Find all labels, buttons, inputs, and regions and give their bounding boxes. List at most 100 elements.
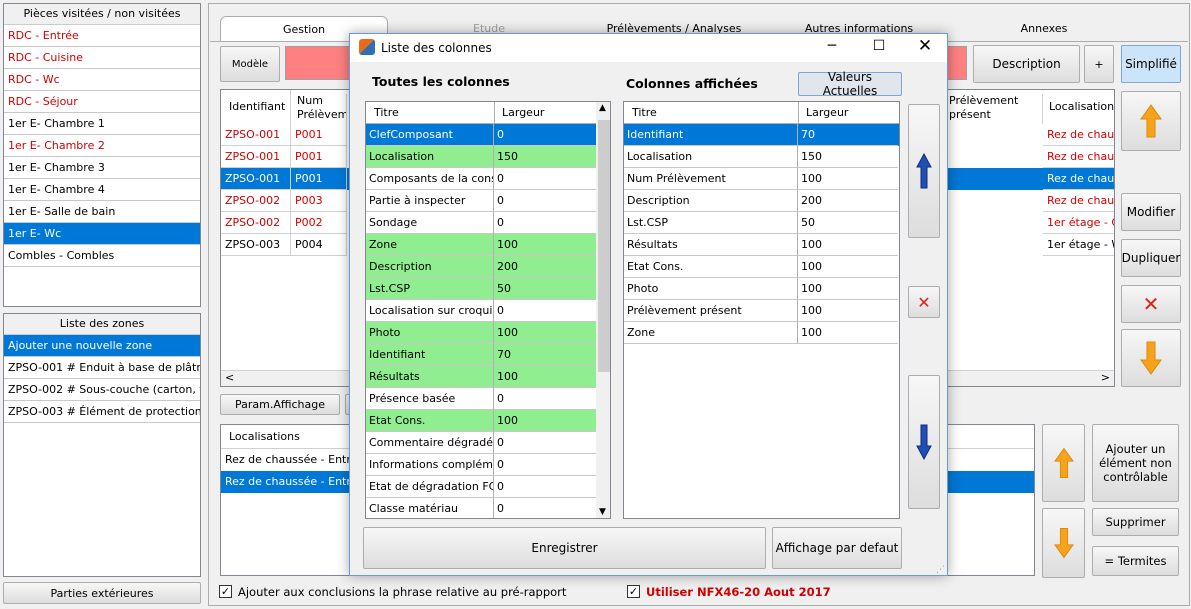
column-width-cell[interactable]: 100 — [798, 322, 898, 344]
current-values-button[interactable]: Valeurs Actuelles — [798, 70, 902, 98]
column-width-cell[interactable]: 150 — [494, 146, 596, 168]
displayed-column-row[interactable]: Prélèvement présent 100 — [624, 300, 899, 322]
column-width-cell[interactable]: 0 — [494, 476, 596, 498]
maximize-icon[interactable]: ☐ — [869, 38, 889, 58]
scroll-left-icon[interactable]: < — [225, 371, 234, 384]
column-width-cell[interactable]: 50 — [494, 278, 596, 300]
column-row[interactable]: Informations compléme...0 — [366, 454, 596, 476]
column-row[interactable]: Présence basée 0 — [366, 388, 596, 410]
column-width-cell[interactable]: 100 — [494, 366, 596, 388]
move-down-button[interactable] — [1121, 329, 1181, 387]
column-width-cell[interactable]: 0 — [494, 388, 596, 410]
scroll-down-icon[interactable]: ▼ — [599, 507, 606, 517]
column-row[interactable]: Composants de la cons... 0 — [366, 168, 596, 190]
room-item[interactable]: 1er E- Wc — [4, 223, 200, 245]
column-row[interactable]: Localisation sur croquis 0 — [366, 300, 596, 322]
displayed-column-row[interactable]: Description 200 — [624, 190, 899, 212]
column-width-cell[interactable]: 70 — [798, 124, 898, 146]
all-columns-vscrollbar[interactable]: ▲ ▼ — [596, 102, 610, 518]
column-width-cell[interactable]: 0 — [494, 212, 596, 234]
description-button[interactable]: Description — [973, 45, 1080, 83]
column-width-cell[interactable]: 100 — [798, 300, 898, 322]
zone-item[interactable]: ZPSO-001 # Enduit à base de plâtr... — [4, 357, 200, 379]
scroll-up-icon[interactable]: ▲ — [599, 103, 606, 113]
zone-item[interactable]: ZPSO-002 # Sous-couche (carton, f... — [4, 379, 200, 401]
displayed-column-row[interactable]: Num Prélèvement 100 — [624, 168, 899, 190]
model-button[interactable]: Modèle — [220, 46, 280, 82]
all-width-header[interactable]: Largeur — [502, 102, 544, 124]
default-display-button[interactable]: Affichage par defaut — [772, 527, 902, 569]
displayed-title-header[interactable]: Titre — [632, 102, 657, 124]
delete-button[interactable]: Supprimer — [1092, 508, 1179, 536]
column-row[interactable]: Etat Cons. 100 — [366, 410, 596, 432]
displayed-column-row[interactable]: Photo 100 — [624, 278, 899, 300]
column-width-cell[interactable]: 70 — [494, 344, 596, 366]
resize-grip-icon[interactable]: ⋰ — [936, 565, 945, 575]
column-width-cell[interactable]: 0 — [494, 190, 596, 212]
room-item[interactable]: Combles - Combles — [4, 245, 200, 267]
column-width-cell[interactable]: 100 — [798, 256, 898, 278]
dialog-remove-button[interactable]: ✕ — [908, 286, 940, 318]
prerapport-checkbox[interactable]: ✓ — [219, 585, 232, 598]
room-item[interactable]: 1er E- Chambre 2 — [4, 135, 200, 157]
param-affichage-button[interactable]: Param.Affichage — [220, 394, 340, 415]
room-item[interactable]: RDC - Wc — [4, 69, 200, 91]
save-button[interactable]: Enregistrer — [363, 527, 766, 569]
room-item[interactable]: 1er E- Chambre 4 — [4, 179, 200, 201]
loc-up-button[interactable] — [1042, 424, 1085, 502]
termites-button[interactable]: = Termites — [1092, 546, 1179, 576]
column-width-cell[interactable]: 100 — [494, 322, 596, 344]
column-width-cell[interactable]: 0 — [494, 168, 596, 190]
column-width-cell[interactable]: 0 — [494, 124, 596, 146]
column-row[interactable]: Photo 100 — [366, 322, 596, 344]
column-row[interactable]: Résultats 100 — [366, 366, 596, 388]
model-color-field[interactable] — [285, 46, 355, 80]
grid-header-present[interactable]: Prélèvement présent — [943, 94, 1043, 124]
column-row[interactable]: Identifiant 70 — [366, 344, 596, 366]
room-item[interactable]: 1er E- Chambre 3 — [4, 157, 200, 179]
grid-header-id[interactable]: Identifiant — [221, 90, 291, 124]
plus-button[interactable]: + — [1084, 45, 1114, 83]
column-row[interactable]: Localisation 150 — [366, 146, 596, 168]
loc-down-button[interactable] — [1042, 508, 1085, 578]
add-non-controllable-button[interactable]: Ajouter un élément non contrôlable — [1092, 424, 1179, 502]
column-row[interactable]: Lst.CSP 50 — [366, 278, 596, 300]
column-width-cell[interactable]: 100 — [494, 234, 596, 256]
exterior-parts-button[interactable]: Parties extérieures — [3, 582, 201, 604]
column-width-cell[interactable]: 200 — [494, 256, 596, 278]
grid-header-location[interactable]: Localisation — [1043, 90, 1114, 124]
displayed-column-row[interactable]: Localisation 150 — [624, 146, 899, 168]
column-width-cell[interactable]: 50 — [798, 212, 898, 234]
displayed-width-header[interactable]: Largeur — [806, 102, 848, 124]
room-item[interactable]: RDC - Entrée — [4, 25, 200, 47]
room-item[interactable]: 1er E- Salle de bain — [4, 201, 200, 223]
column-row[interactable]: Classe matériau 0 — [366, 498, 596, 518]
column-width-cell[interactable]: 200 — [798, 190, 898, 212]
column-row[interactable]: ClefComposant 0 — [366, 124, 596, 146]
column-row[interactable]: Etat de dégradation FC... 0 — [366, 476, 596, 498]
zone-item[interactable]: Ajouter une nouvelle zone — [4, 335, 200, 357]
minimize-icon[interactable]: ─ — [822, 38, 842, 58]
delete-row-button[interactable]: ✕ — [1121, 285, 1181, 323]
column-width-cell[interactable]: 0 — [494, 432, 596, 454]
room-item[interactable]: RDC - Cuisine — [4, 47, 200, 69]
column-width-cell[interactable]: 150 — [798, 146, 898, 168]
column-row[interactable]: Partie à inspecter 0 — [366, 190, 596, 212]
displayed-column-row[interactable]: Etat Cons. 100 — [624, 256, 899, 278]
column-width-cell[interactable]: 0 — [494, 498, 596, 518]
modify-button[interactable]: Modifier — [1121, 193, 1181, 231]
column-width-cell[interactable]: 100 — [798, 234, 898, 256]
column-width-cell[interactable]: 100 — [798, 168, 898, 190]
displayed-column-row[interactable]: Zone 100 — [624, 322, 899, 344]
nfx-checkbox[interactable]: ✓ — [627, 585, 640, 598]
simplified-button[interactable]: Simplifié — [1121, 45, 1181, 83]
column-width-cell[interactable]: 100 — [494, 410, 596, 432]
dialog-move-down-button[interactable] — [908, 375, 940, 509]
all-title-header[interactable]: Titre — [374, 102, 399, 124]
zone-item[interactable]: ZPSO-003 # Élément de protection... — [4, 401, 200, 423]
move-up-button[interactable] — [1121, 91, 1181, 151]
column-width-cell[interactable]: 0 — [494, 454, 596, 476]
column-row[interactable]: Sondage 0 — [366, 212, 596, 234]
room-item[interactable]: 1er E- Chambre 1 — [4, 113, 200, 135]
displayed-column-row[interactable]: Identifiant 70 — [624, 124, 899, 146]
